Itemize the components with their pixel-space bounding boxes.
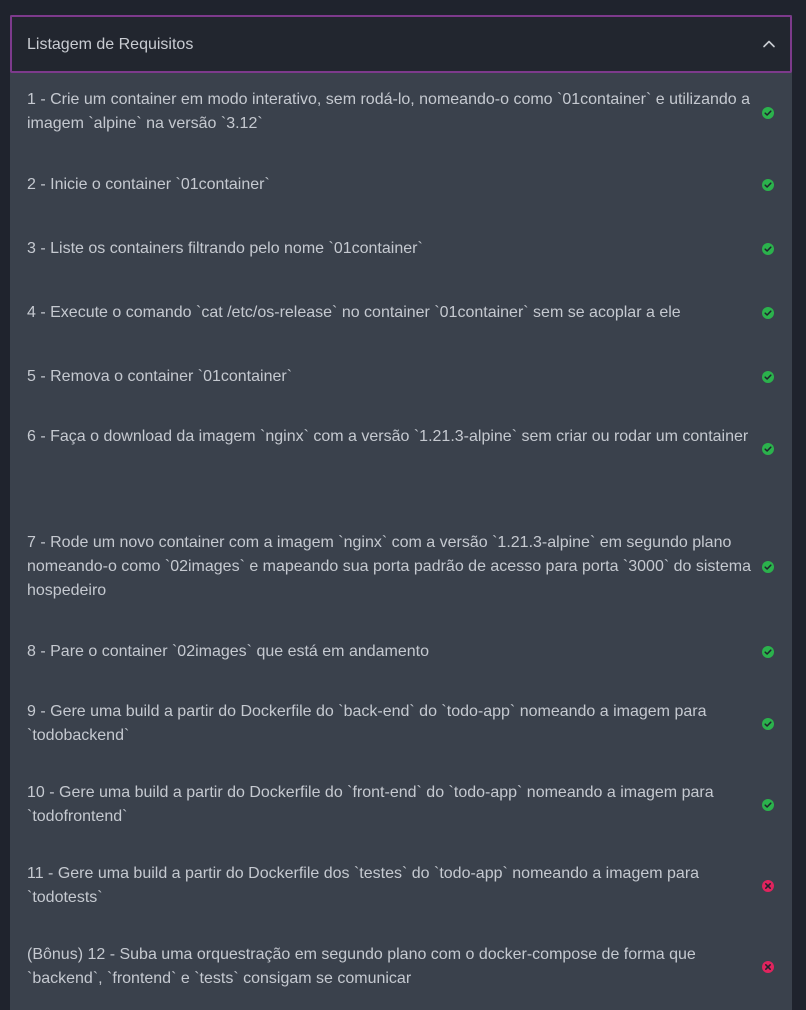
requirements-accordion-header[interactable]: Listagem de Requisitos: [10, 15, 792, 73]
requirement-text: (Bônus) 12 - Suba uma orquestração em se…: [27, 946, 696, 987]
check-circle-icon: [762, 107, 774, 119]
requirement-text: 9 - Gere uma build a partir do Dockerfil…: [27, 703, 707, 744]
requirement-text: 4 - Execute o comando `cat /etc/os-relea…: [27, 304, 681, 321]
requirement-text: 10 - Gere uma build a partir do Dockerfi…: [27, 784, 714, 825]
check-circle-icon: [762, 799, 774, 811]
check-circle-icon: [762, 179, 774, 191]
check-circle-icon: [762, 646, 774, 658]
requirement-text: 5 - Remova o container `01container`: [27, 368, 293, 385]
requirement-text: 11 - Gere uma build a partir do Dockerfi…: [27, 865, 700, 906]
check-circle-icon: [762, 371, 774, 383]
requirement-text: 3 - Liste os containers filtrando pelo n…: [27, 240, 423, 257]
requirement-text: 7 - Rode um novo container com a imagem …: [27, 534, 751, 599]
check-circle-icon: [762, 443, 774, 455]
requirements-panel: Listagem de Requisitos 1 - Crie um conta…: [10, 15, 792, 1010]
chevron-up-icon[interactable]: [760, 35, 778, 53]
requirement-text: 2 - Inicie o container `01container`: [27, 176, 270, 193]
check-circle-icon: [762, 307, 774, 319]
check-circle-icon: [762, 718, 774, 730]
x-circle-icon: [762, 880, 774, 892]
requirement-text: 1 - Crie um container em modo interativo…: [27, 91, 751, 132]
requirement-text: 8 - Pare o container `02images` que está…: [27, 643, 430, 660]
check-circle-icon: [762, 561, 774, 573]
x-circle-icon: [762, 961, 774, 973]
accordion-title: Listagem de Requisitos: [27, 36, 194, 53]
check-circle-icon: [762, 243, 774, 255]
requirement-text: 6 - Faça o download da imagem `nginx` co…: [27, 428, 749, 445]
